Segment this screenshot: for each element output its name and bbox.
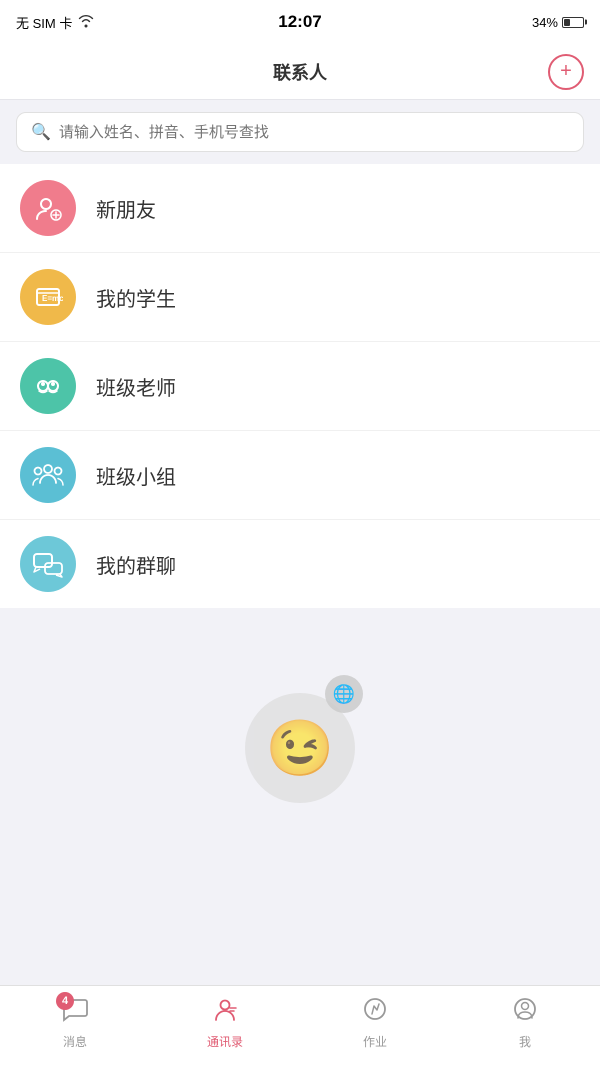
my-group-chat-label: 我的群聊: [96, 550, 176, 579]
search-input[interactable]: [59, 124, 569, 141]
tab-homework[interactable]: 作业: [335, 996, 415, 1050]
messages-badge: 4: [56, 992, 74, 1010]
list-item[interactable]: 班级老师: [0, 342, 600, 431]
wifi-icon: [78, 14, 94, 31]
tab-profile[interactable]: 我: [485, 996, 565, 1050]
status-right: 34%: [532, 15, 584, 30]
status-left: 无 SIM 卡: [16, 13, 94, 32]
list-item[interactable]: 我的群聊: [0, 520, 600, 608]
my-students-icon: E=mc²: [20, 269, 76, 325]
status-time: 12:07: [278, 12, 321, 32]
status-bar: 无 SIM 卡 12:07 34%: [0, 0, 600, 44]
page-title: 联系人: [273, 59, 327, 85]
svg-text:E=mc²: E=mc²: [42, 294, 63, 303]
list-item[interactable]: E=mc² 我的学生: [0, 253, 600, 342]
plus-icon: +: [560, 60, 572, 83]
list-item[interactable]: 新朋友: [0, 164, 600, 253]
my-group-chat-icon: [20, 536, 76, 592]
new-friend-label: 新朋友: [96, 194, 156, 223]
tab-bar: 4 消息 通讯录 作业: [0, 985, 600, 1065]
face-overlay-icon: 🌐: [325, 675, 363, 713]
class-teacher-label: 班级老师: [96, 372, 176, 401]
empty-illustration: 😉 🌐: [235, 673, 365, 803]
tab-contacts-label: 通讯录: [207, 1033, 243, 1050]
carrier-text: 无 SIM 卡: [16, 13, 72, 32]
search-bar: 🔍: [16, 112, 584, 152]
battery-percent: 34%: [532, 15, 558, 30]
tab-homework-label: 作业: [363, 1033, 387, 1050]
profile-tab-icon: [512, 996, 538, 1029]
class-teacher-icon: [20, 358, 76, 414]
contacts-tab-icon: [212, 996, 238, 1029]
tab-messages-label: 消息: [63, 1033, 87, 1050]
battery-icon: [562, 17, 584, 28]
class-group-label: 班级小组: [96, 461, 176, 490]
empty-state: 😉 🌐: [0, 608, 600, 828]
class-group-icon: [20, 447, 76, 503]
tab-messages[interactable]: 4 消息: [35, 996, 115, 1050]
nav-bar: 联系人 +: [0, 44, 600, 100]
homework-tab-icon: [362, 996, 388, 1029]
add-contact-button[interactable]: +: [548, 54, 584, 90]
tab-contacts[interactable]: 通讯录: [185, 996, 265, 1050]
list-item[interactable]: 班级小组: [0, 431, 600, 520]
search-icon: 🔍: [31, 122, 51, 142]
search-container: 🔍: [0, 100, 600, 164]
new-friend-icon: [20, 180, 76, 236]
contact-list: 新朋友 E=mc² 我的学生 班级老师: [0, 164, 600, 608]
my-students-label: 我的学生: [96, 283, 176, 312]
tab-profile-label: 我: [519, 1033, 531, 1050]
